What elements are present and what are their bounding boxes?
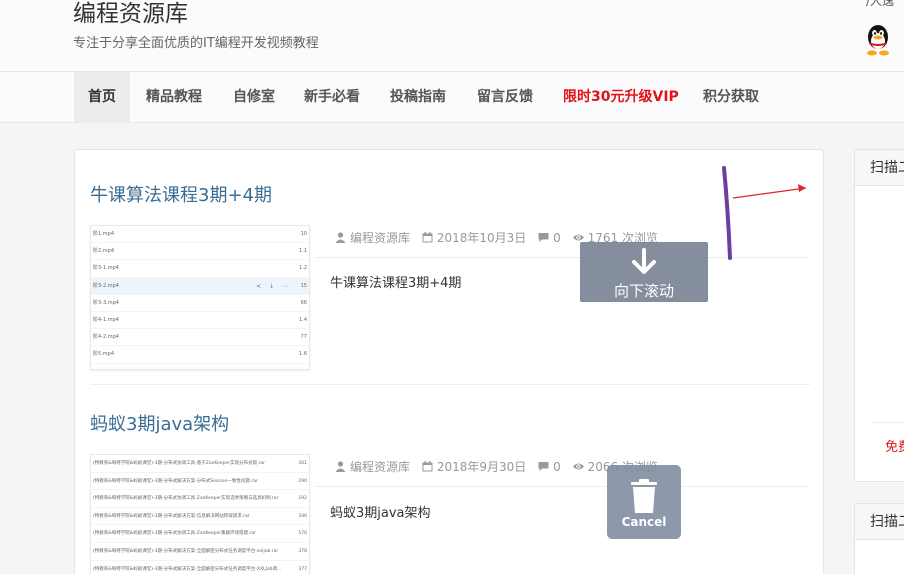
post-title[interactable]: 牛课算法课程3期+4期 xyxy=(90,181,272,207)
thumb-file-row: 阶4-2.mp4 77 xyxy=(91,329,309,347)
meta-divider xyxy=(315,257,809,258)
thumb-file-row: 阶3-1.mp4 1.2 xyxy=(91,260,309,278)
thumb-file-row: (特教育&每特学院&蚂蚁课堂)-3期-分布式协调工具-ZooKeeper集群环境… xyxy=(91,525,309,543)
nav-item-premium-tutorials[interactable]: 精品教程 xyxy=(132,72,216,123)
thumb-file-row: (特教育&每特学院&蚂蚁课堂)-3期-分布式解决方案-全面解密分布式任务调度平台… xyxy=(91,561,309,574)
thumb-file-row: (特教育&每特学院&蚂蚁课堂)-3期-分布式协调工具-基于ZooKeeper实现… xyxy=(91,455,309,473)
thumb-file-row: 阶5.mp4 1.6 xyxy=(91,346,309,364)
site-header: 编程资源库 专注于分享全面优质的IT编程开发视频教程 /人逸 xyxy=(0,0,904,72)
nav-item-vip-upgrade[interactable]: 限时30元升级VIP xyxy=(549,72,693,123)
comment-icon xyxy=(538,233,549,242)
thumb-file-row: (特教育&每特学院&蚂蚁课堂)-3期-分布式解决方案-信息解决网站跨域请求.ra… xyxy=(91,508,309,526)
eye-icon xyxy=(572,463,584,470)
post-date: 2018年10月3日 xyxy=(436,231,527,245)
thumb-file-row: 阶4-1.mp4 1.4 xyxy=(91,312,309,330)
sidebar-qr-card-2: 扫描二 xyxy=(854,503,904,574)
sidebar-card-title: 扫描二 xyxy=(855,504,904,540)
sidebar-free-link[interactable]: 免费 xyxy=(885,436,904,455)
top-corner-text: /人逸 xyxy=(866,0,895,8)
post-excerpt: 牛课算法课程3期+4期 xyxy=(330,276,462,291)
nav-item-submission-guide[interactable]: 投稿指南 xyxy=(376,72,460,123)
trash-icon xyxy=(631,479,657,513)
nav-item-points[interactable]: 积分获取 xyxy=(689,72,773,123)
calendar-icon xyxy=(422,461,433,472)
nav-item-home[interactable]: 首页 xyxy=(74,72,130,123)
post-comment-count[interactable]: 0 xyxy=(553,460,561,474)
post-excerpt: 蚂蚁3期java架构 xyxy=(330,506,431,521)
sidebar-qr-card: 扫描二 免费 xyxy=(854,149,904,482)
site-title[interactable]: 编程资源库 xyxy=(73,0,188,28)
nav-item-study-room[interactable]: 自修室 xyxy=(219,72,289,123)
arrow-down-icon xyxy=(632,248,656,274)
user-icon xyxy=(335,232,346,243)
thumb-file-row: (特教育&每特学院&蚂蚁课堂)-3期-分布式协调工具-ZooKeeper实现选举… xyxy=(91,490,309,508)
qq-penguin-icon[interactable] xyxy=(864,24,892,56)
scroll-down-label: 向下滚动 xyxy=(613,282,674,300)
cancel-label: Cancel xyxy=(621,515,667,529)
post-author[interactable]: 编程资源库 xyxy=(350,231,410,245)
thumb-file-row: 阶3-2.mp4 < ↓ ⋯ 15 xyxy=(91,277,309,295)
user-icon xyxy=(335,461,346,472)
thumb-file-row: (特教育&每特学院&蚂蚁课堂)-3期-分布式解决方案-分布式Session一致性… xyxy=(91,473,309,491)
site-tagline: 专注于分享全面优质的IT编程开发视频教程 xyxy=(73,36,319,51)
main-nav: 首页 精品教程 自修室 新手必看 投稿指南 留言反馈 限时30元升级VIP 积分… xyxy=(0,72,904,123)
post-comment-count[interactable]: 0 xyxy=(553,231,561,245)
nav-item-beginner-guide[interactable]: 新手必看 xyxy=(290,72,374,123)
thumb-file-row: 阶3-3.mp4 66 xyxy=(91,295,309,312)
cancel-overlay[interactable]: Cancel xyxy=(607,465,681,539)
thumb-file-row: 阶2.mp4 1.1 xyxy=(91,243,309,261)
scroll-down-overlay[interactable]: 向下滚动 xyxy=(580,242,708,302)
post-divider xyxy=(90,384,810,385)
nav-item-feedback[interactable]: 留言反馈 xyxy=(463,72,547,123)
sidebar-card-title: 扫描二 xyxy=(855,150,904,186)
post-title[interactable]: 蚂蚁3期java架构 xyxy=(90,410,229,436)
post-list: 牛课算法课程3期+4期 阶1.mp4 10 阶2.mp4 1.1 阶3-1.mp4 1… xyxy=(74,149,824,574)
meta-divider xyxy=(315,486,809,487)
thumb-file-row: (特教育&每特学院&蚂蚁课堂)-3期-分布式解决方案-全面解密分布式任务调度平台… xyxy=(91,543,309,561)
comment-icon xyxy=(538,462,549,471)
post-thumbnail[interactable]: (特教育&每特学院&蚂蚁课堂)-3期-分布式协调工具-基于ZooKeeper实现… xyxy=(90,454,310,574)
post-thumbnail[interactable]: 阶1.mp4 10 阶2.mp4 1.1 阶3-1.mp4 1.2 阶3-2.mp4 <… xyxy=(90,225,310,370)
calendar-icon xyxy=(422,232,433,243)
thumb-file-ops-icon: < ↓ ⋯ xyxy=(256,282,291,290)
post-author[interactable]: 编程资源库 xyxy=(350,460,410,474)
post-date: 2018年9月30日 xyxy=(436,460,527,474)
sidebar-card-divider xyxy=(870,422,904,423)
thumb-file-row: 阶1.mp4 10 xyxy=(91,226,309,244)
